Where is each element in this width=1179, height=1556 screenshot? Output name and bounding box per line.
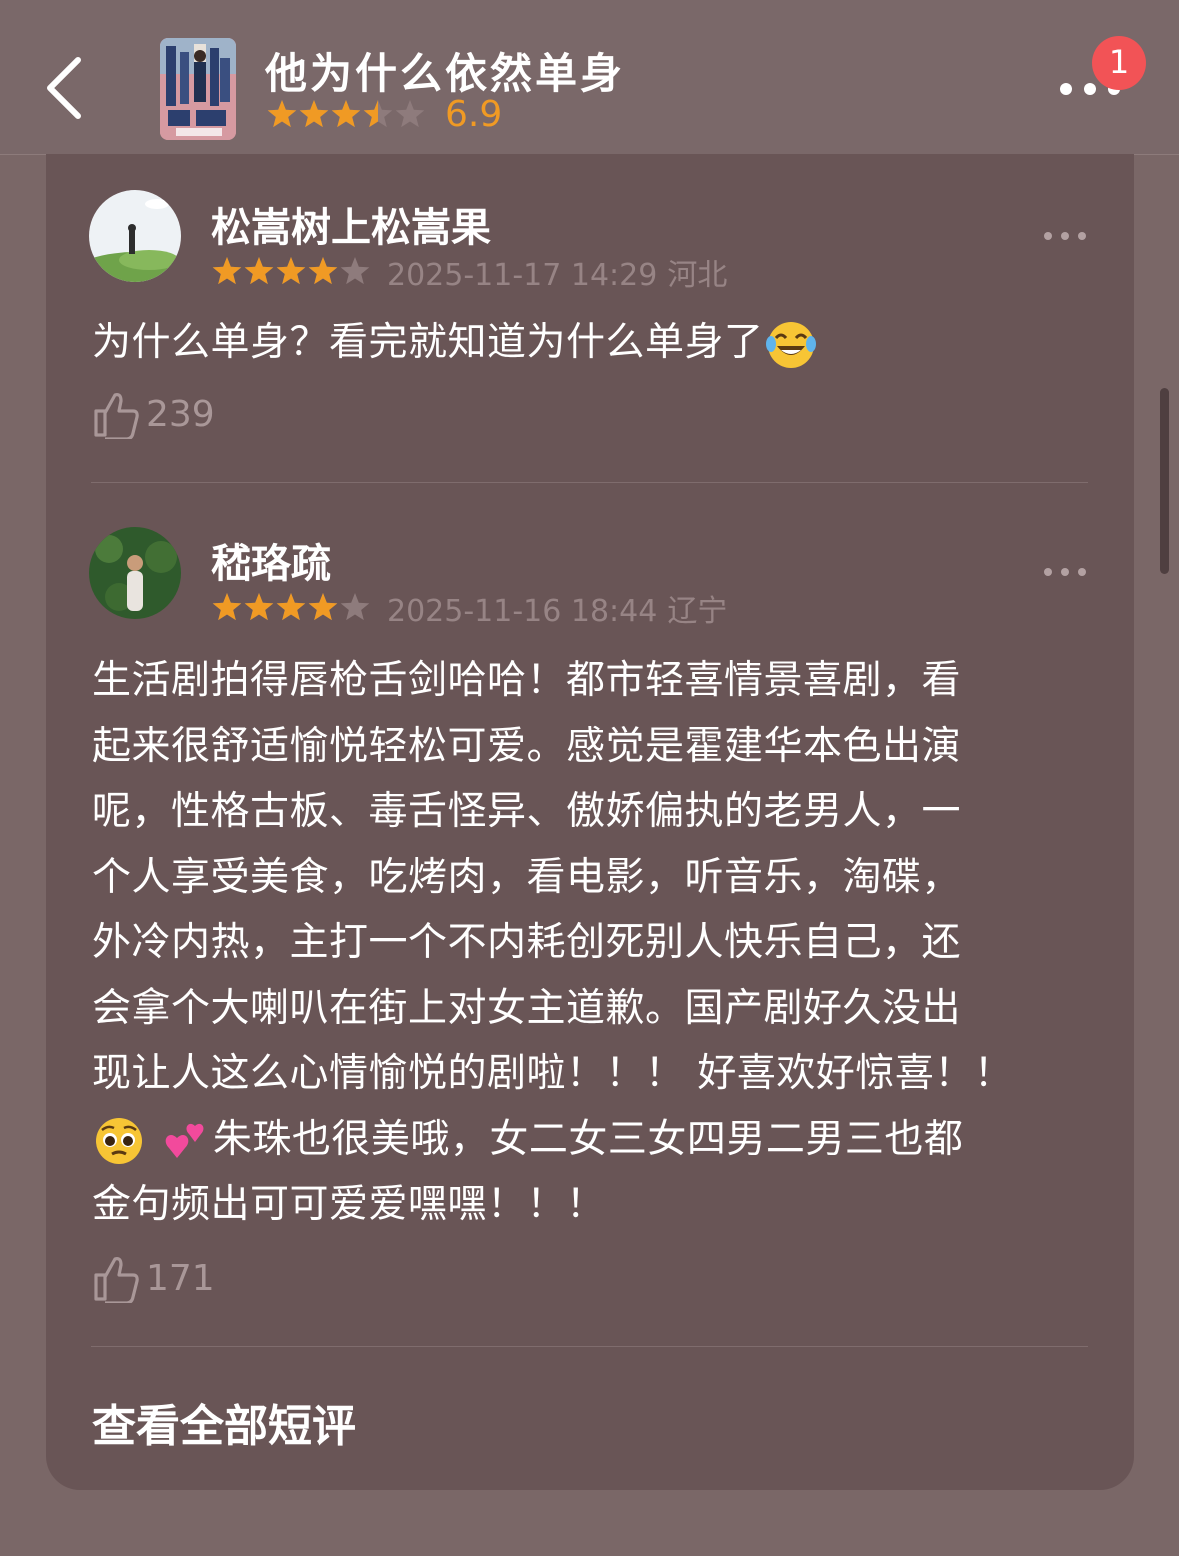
comment-line-text: 为什么单身？看完就知道为什么单身了 (92, 320, 764, 365)
comment-username[interactable]: 松嵩树上松嵩果 (211, 195, 491, 253)
avatar-image-landscape (89, 190, 181, 282)
divider (91, 482, 1088, 483)
comment-line: 生活剧拍得唇枪舌剑哈哈！都市轻喜情景喜剧，看 (92, 658, 962, 703)
two-hearts-icon (159, 1114, 213, 1168)
comment-more-button[interactable] (1040, 562, 1090, 582)
comment-line: 朱珠也很美哦，女二女三女四男二男三也都 (92, 1107, 1013, 1173)
comment-line-text: 朱珠也很美哦，女二女三女四男二男三也都 (212, 1116, 964, 1162)
header-score: 6.9 (445, 94, 503, 135)
comment-location: 辽宁 (667, 594, 728, 629)
like-button[interactable]: 171 (92, 1253, 215, 1303)
star-filled-icon (244, 593, 274, 621)
poster-image (160, 38, 236, 140)
comment-location: 河北 (667, 258, 728, 293)
comment-rating-stars (212, 593, 370, 621)
star-filled-icon (244, 257, 274, 285)
star-icon (340, 257, 370, 285)
more-dots-icon (1044, 232, 1086, 240)
star-filled-icon (267, 100, 297, 128)
star-filled-icon (308, 257, 338, 285)
comment-line: 会拿个大喇叭在街上对女主道歉。国产剧好久没出 (92, 985, 962, 1031)
show-poster[interactable] (160, 38, 236, 140)
comment-date: 2025-11-17 14:29 (387, 258, 658, 293)
comment-text: 为什么单身？看完就知道为什么单身了 (92, 310, 818, 376)
comment-line: 金句频出可可爱爱嘿嘿！！！ (92, 1182, 606, 1227)
star-icon (340, 593, 370, 621)
top-bar: 他为什么依然单身 6.9 1 (0, 0, 1179, 155)
show-title: 他为什么依然单身 (265, 49, 626, 98)
star-filled-icon (331, 100, 361, 128)
comment-more-button[interactable] (1040, 226, 1090, 246)
star-filled-icon (276, 593, 306, 621)
more-dots-icon (1044, 568, 1086, 576)
comment-line: 为什么单身？看完就知道为什么单身了 (92, 310, 818, 376)
comment-rating-stars (212, 257, 370, 285)
pleading-face-icon (92, 1114, 146, 1168)
star-filled-icon (212, 257, 242, 285)
notification-badge: 1 (1092, 36, 1146, 90)
star-icon (395, 100, 425, 128)
like-count: 171 (146, 1257, 215, 1299)
avatar[interactable] (89, 527, 181, 619)
star-filled-icon (276, 257, 306, 285)
divider (91, 1346, 1088, 1347)
avatar[interactable] (89, 190, 181, 282)
thumbs-up-icon (94, 393, 139, 439)
chevron-left-icon (47, 57, 81, 119)
like-button[interactable]: 239 (92, 389, 215, 439)
comment-meta: 2025-11-16 18:44 辽宁 (211, 590, 737, 629)
comment-line: 外冷内热，主打一个不内耗创死别人快乐自己，还 (92, 920, 962, 965)
comment-line: 现让人这么心情愉悦的剧啦！！！ 好喜欢好惊喜！！ (92, 1051, 1014, 1096)
star-filled-icon (299, 100, 329, 128)
comment-line: 起来很舒适愉悦轻松可爱。感觉是霍建华本色出演 (92, 723, 962, 769)
comment-username[interactable]: 嵇珞疏 (211, 531, 331, 589)
comment-date: 2025-11-16 18:44 (387, 594, 658, 629)
header-rating-stars (267, 100, 425, 128)
avatar-image-person (89, 527, 181, 619)
comment-meta: 2025-11-17 14:29 河北 (211, 254, 737, 293)
thumbs-up-icon (94, 1257, 139, 1303)
comment-line: 呢，性格古板、毒舌怪异、傲娇偏执的老男人，一 (92, 789, 962, 834)
star-filled-icon (308, 593, 338, 621)
star-filled-icon (212, 593, 242, 621)
face-with-tears-of-joy-icon (764, 318, 818, 372)
scrollbar[interactable] (1160, 388, 1169, 574)
view-all-reviews-link[interactable]: 查看全部短评 (92, 1390, 356, 1454)
comment-line: 个人享受美食，吃烤肉，看电影，听音乐，淘碟， (92, 854, 962, 900)
comment-text: 生活剧拍得唇枪舌剑哈哈！都市轻喜情景喜剧，看 起来很舒适愉悦轻松可爱。感觉是霍建… (92, 648, 1013, 1238)
like-count: 239 (146, 393, 215, 435)
back-button[interactable] (30, 48, 100, 128)
